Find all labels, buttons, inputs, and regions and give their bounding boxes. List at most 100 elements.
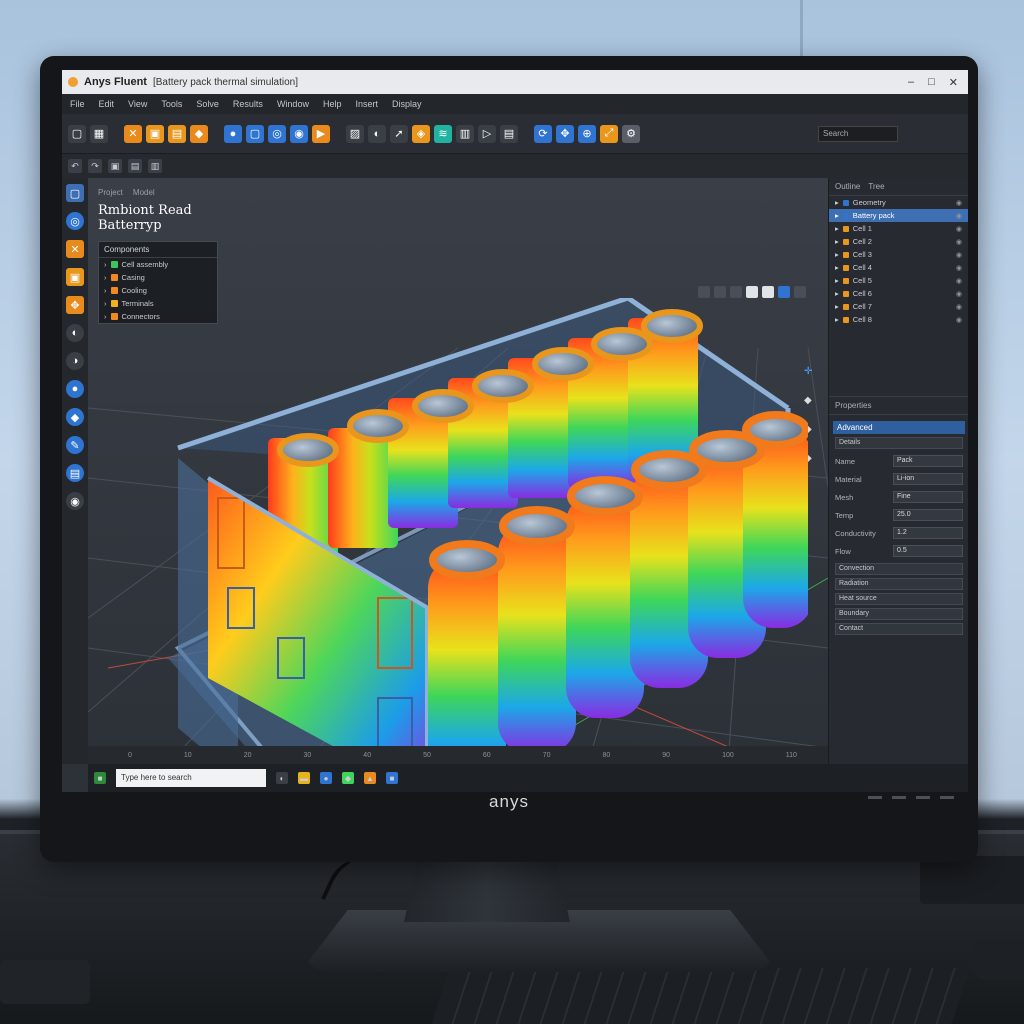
visibility-icon[interactable]: ◉ [956,251,962,259]
outline-item[interactable]: ▸ Cell 5 ◉ [829,274,968,287]
minimize-icon[interactable]: – [908,76,914,89]
property-item[interactable]: Contact [835,623,963,635]
app-blue-icon[interactable]: ■ [386,772,398,784]
sphere-icon[interactable]: ● [224,124,242,143]
chevron-right-icon[interactable]: › [104,260,107,269]
menu-item[interactable]: Help [323,99,342,109]
menu-item[interactable]: Insert [355,99,378,109]
component-tree-item[interactable]: › Cooling [99,284,217,297]
property-item[interactable]: Radiation [835,578,963,590]
view-top-icon[interactable] [714,286,726,298]
section-tool-icon[interactable]: ▣ [66,268,84,286]
menu-item[interactable]: File [70,99,85,109]
outline-item[interactable]: ▸ Cell 1 ◉ [829,222,968,235]
outline-item[interactable]: ▸ Battery pack ◉ [829,209,968,222]
chevron-right-icon[interactable]: › [104,312,107,321]
taskbar-search-input[interactable]: Type here to search [116,769,266,787]
3d-viewport[interactable]: Project Model Rmbiont Read Batterryp Comp… [88,178,828,764]
battery-pack-model[interactable] [148,298,808,764]
lighting-tool-icon[interactable]: ● [66,380,84,398]
visibility-icon[interactable]: ◉ [956,212,962,220]
select-icon[interactable]: ▢ [68,124,86,143]
search-input[interactable]: Search [818,125,898,142]
chevron-right-icon[interactable]: ▸ [835,263,839,272]
flow-icon[interactable]: ≋ [434,124,452,143]
chevron-right-icon[interactable]: › [104,299,107,308]
outline-tab[interactable]: Outline [835,182,860,191]
property-item[interactable]: Boundary [835,608,963,620]
camera-tool-icon[interactable]: ◉ [66,492,84,510]
view-iso-icon[interactable] [746,286,758,298]
menu-item[interactable]: Solve [196,99,219,109]
open-icon[interactable]: ▤ [128,159,142,173]
pan-icon[interactable]: ✥ [556,124,574,143]
animation-icon[interactable]: ▷ [478,124,496,143]
app-orange-icon[interactable]: ▲ [364,772,376,784]
menu-item[interactable]: Tools [161,99,182,109]
chevron-right-icon[interactable]: ▸ [835,211,839,220]
cut-tool-icon[interactable]: ◐ [66,324,84,342]
menu-item[interactable]: Window [277,99,309,109]
browser-icon[interactable]: ● [320,772,332,784]
cube-icon[interactable]: ▢ [246,124,264,143]
property-value-field[interactable]: Li-ion [893,473,963,485]
wireframe-icon[interactable] [762,286,774,298]
outline-item[interactable]: ▸ Cell 6 ◉ [829,287,968,300]
visibility-icon[interactable]: ◉ [956,238,962,246]
view-tool-icon[interactable]: ◑ [66,352,84,370]
lock-icon[interactable] [794,286,806,298]
chevron-right-icon[interactable]: › [104,286,107,295]
chevron-right-icon[interactable]: ▸ [835,237,839,246]
contour-icon[interactable]: ◐ [368,124,386,143]
outline-item[interactable]: ▸ Cell 8 ◉ [829,313,968,326]
report-icon[interactable]: ▤ [500,124,518,143]
measure-tool-icon[interactable]: ✕ [66,240,84,258]
component-tree-item[interactable]: › Cell assembly [99,258,217,271]
property-value-field[interactable]: 25.0 [893,509,963,521]
property-item[interactable]: Heat source [835,593,963,605]
property-value-field[interactable]: Fine [893,491,963,503]
move-tool-icon[interactable]: ✥ [66,296,84,314]
visibility-icon[interactable]: ◉ [956,264,962,272]
select-tool-icon[interactable]: ▢ [66,184,84,202]
mesh-icon[interactable]: ✕ [124,124,142,143]
outline-item[interactable]: ▸ Geometry ◉ [829,196,968,209]
redo-icon[interactable]: ↷ [88,159,102,173]
chevron-right-icon[interactable]: ▸ [835,224,839,233]
chevron-right-icon[interactable]: ▸ [835,315,839,324]
property-value-field[interactable]: 1.2 [893,527,963,539]
orbit-tool-icon[interactable]: ◎ [66,212,84,230]
properties-sub[interactable]: Details [835,437,963,449]
outline-item[interactable]: ▸ Cell 7 ◉ [829,300,968,313]
vector-icon[interactable]: ➚ [390,124,408,143]
model-tab[interactable]: Model [133,188,155,197]
material-icon[interactable]: ◆ [190,124,208,143]
chevron-right-icon[interactable]: ▸ [835,250,839,259]
component-tree-item[interactable]: › Casing [99,271,217,284]
zoom-icon[interactable]: ⊕ [578,124,596,143]
app-green-icon[interactable]: ◆ [342,772,354,784]
chevron-right-icon[interactable]: ▸ [835,302,839,311]
menu-item[interactable]: View [128,99,147,109]
settings-icon[interactable]: ⚙ [622,124,640,143]
import-icon[interactable]: ▤ [168,124,186,143]
print-icon[interactable]: ▥ [148,159,162,173]
visibility-icon[interactable]: ◉ [956,316,962,324]
probe-icon[interactable]: ◈ [412,124,430,143]
export-tool-icon[interactable]: ▤ [66,464,84,482]
menu-item[interactable]: Results [233,99,263,109]
chevron-right-icon[interactable]: ▸ [835,198,839,207]
outline-item[interactable]: ▸ Cell 2 ◉ [829,235,968,248]
plot-icon[interactable]: ▥ [456,124,474,143]
visibility-icon[interactable]: ◉ [956,277,962,285]
outline-item[interactable]: ▸ Cell 4 ◉ [829,261,968,274]
results-icon[interactable]: ▨ [346,124,364,143]
visibility-icon[interactable]: ◉ [956,303,962,311]
solve-icon[interactable]: ▶ [312,124,330,143]
outline-tab[interactable]: Tree [868,182,884,191]
shaded-icon[interactable] [778,286,790,298]
view-side-icon[interactable] [730,286,742,298]
annotate-tool-icon[interactable]: ✎ [66,436,84,454]
fit-icon[interactable]: ⤢ [600,124,618,143]
ring-icon[interactable]: ◎ [268,124,286,143]
